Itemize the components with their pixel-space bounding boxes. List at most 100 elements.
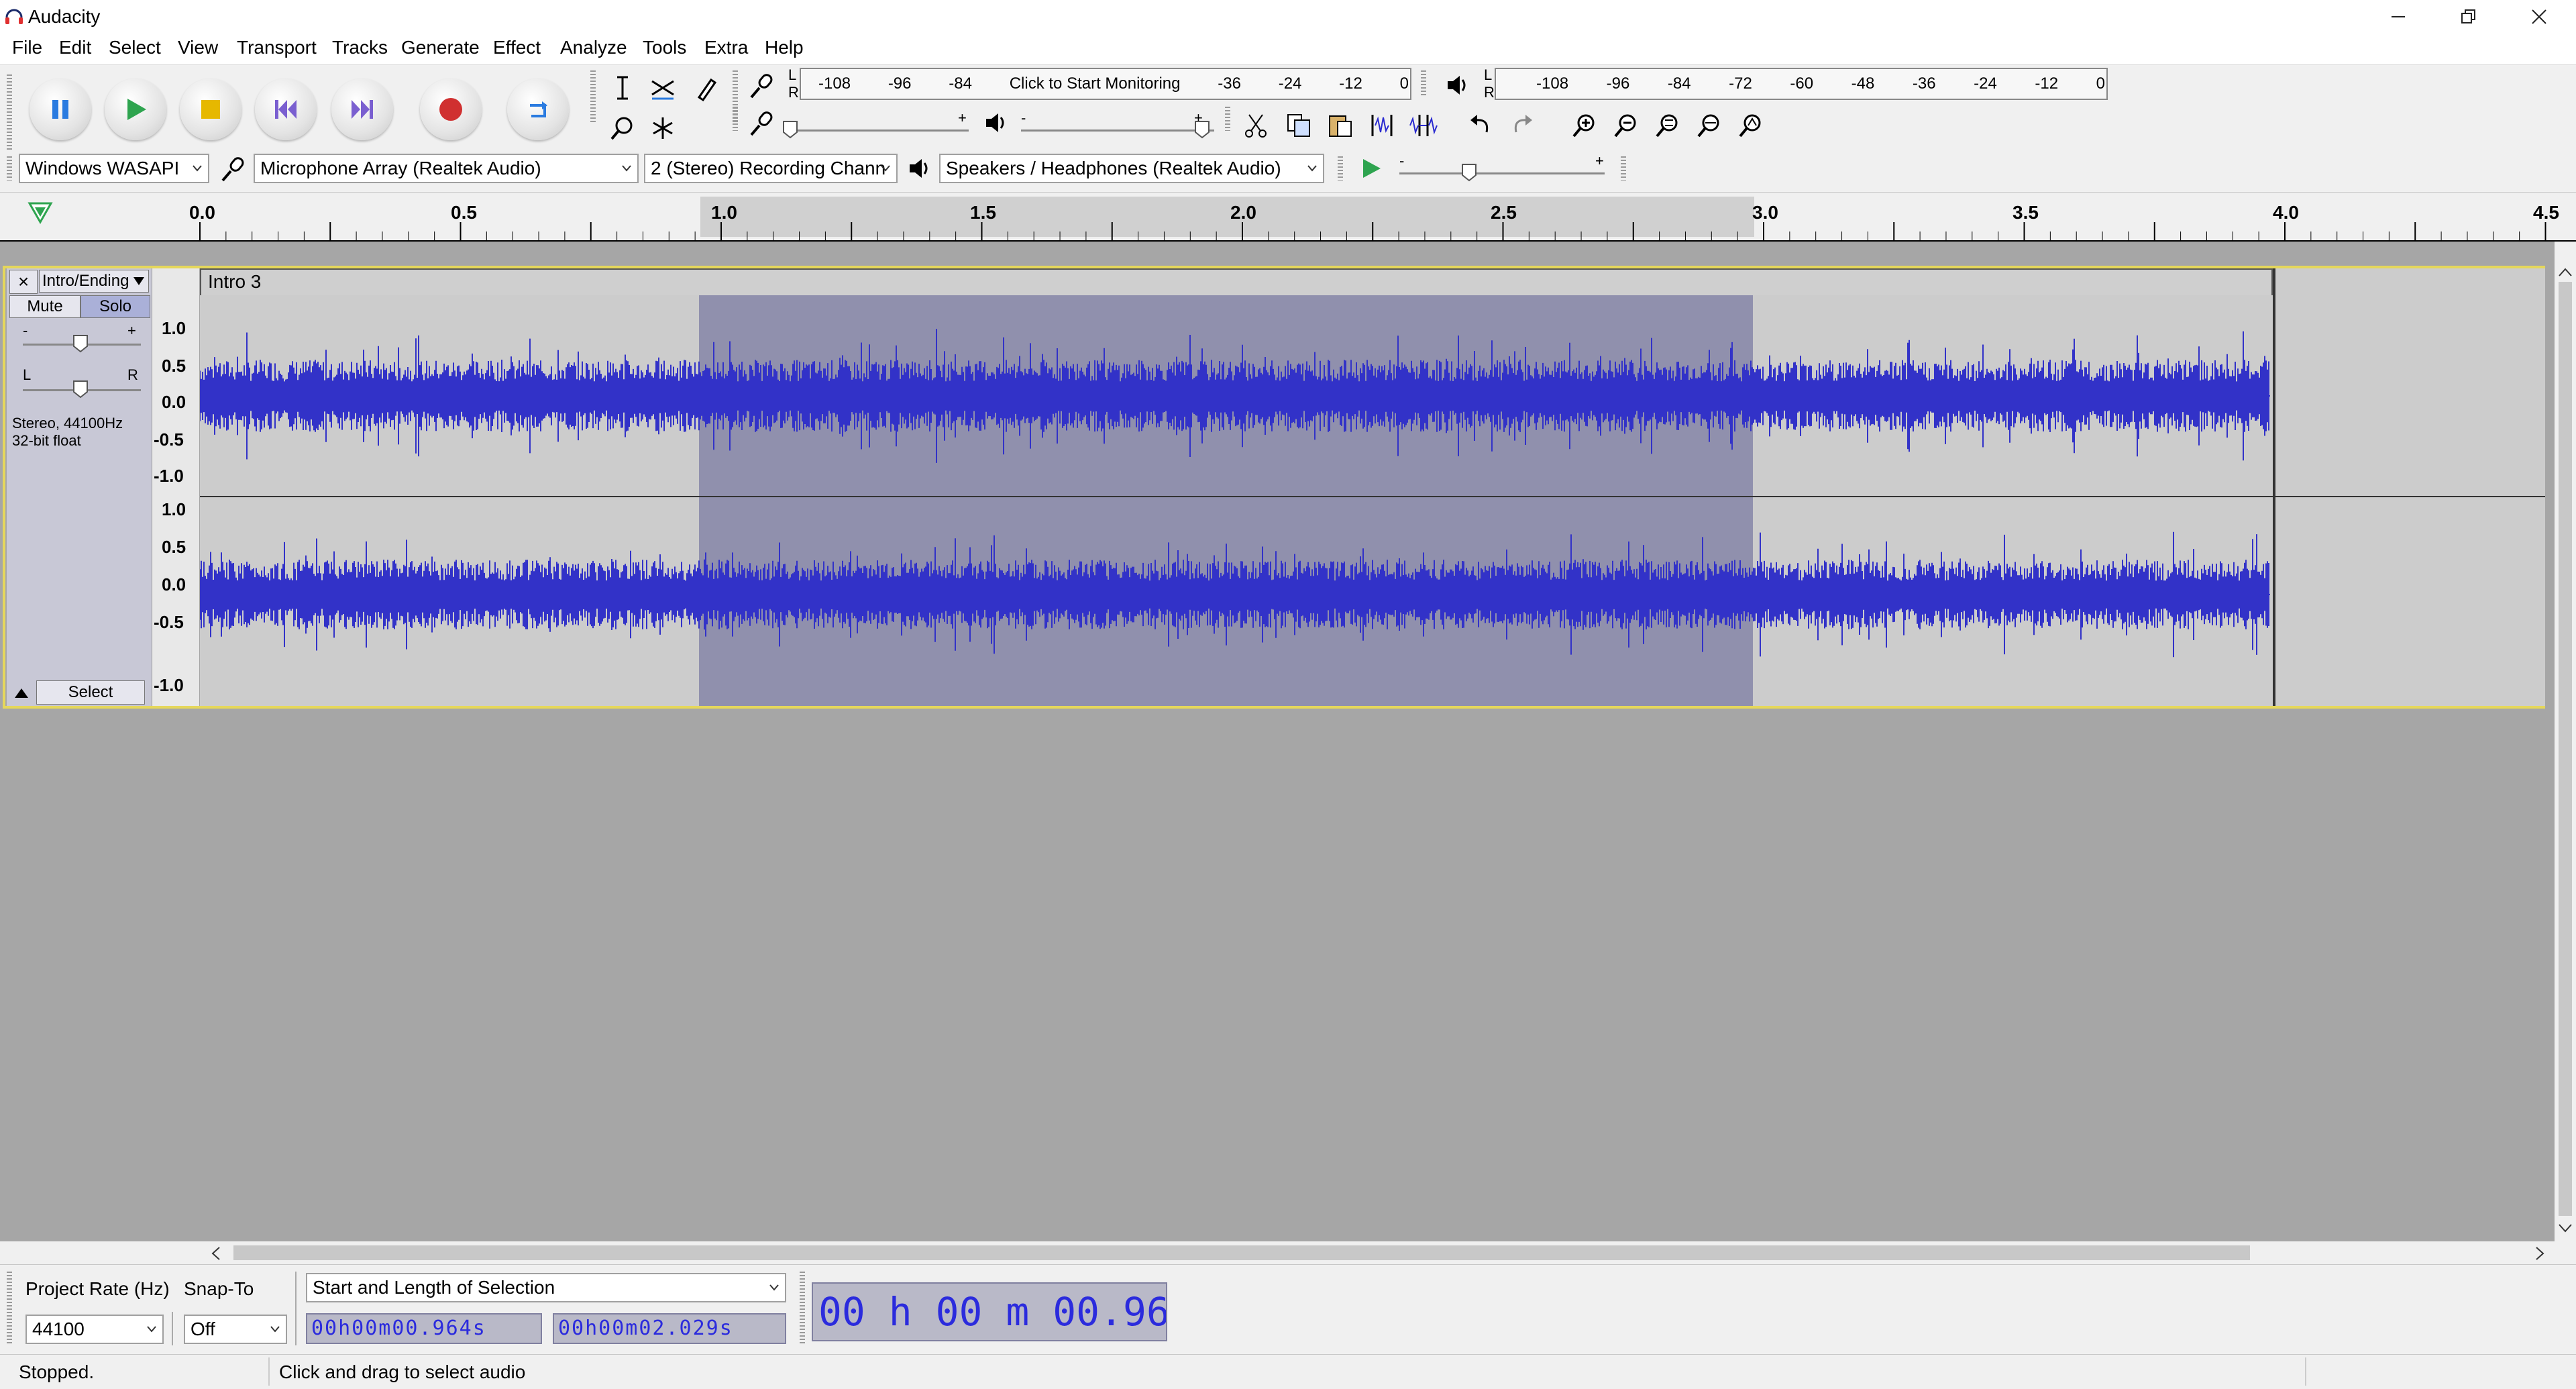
waveform-area[interactable] <box>200 295 2273 706</box>
scroll-down-icon[interactable] <box>2557 1221 2573 1235</box>
toolbar-grip[interactable] <box>1338 156 1343 181</box>
playback-meter-button[interactable] <box>1440 68 1474 103</box>
speaker-icon <box>986 113 1004 132</box>
playback-speed-slider[interactable] <box>1399 172 1605 174</box>
clip-title-bar[interactable]: Intro 3 <box>200 268 2273 295</box>
scroll-left-icon[interactable] <box>209 1245 223 1262</box>
playback-volume-slider[interactable] <box>1021 130 1214 132</box>
toolbar-grip[interactable] <box>7 1272 12 1345</box>
stop-button[interactable] <box>180 79 241 140</box>
selection-tool-button[interactable] <box>605 70 640 105</box>
amplitude-ruler[interactable]: 1.0 0.5 0.0 -0.5 -1.0 1.0 0.5 0.0 -0.5 -… <box>152 268 199 706</box>
selection-mode-select[interactable]: Start and Length of Selection <box>306 1273 786 1302</box>
recording-channels-select[interactable]: 2 (Stereo) Recording Chann <box>644 154 898 183</box>
scroll-up-icon[interactable] <box>2557 266 2573 279</box>
close-window-button[interactable] <box>2506 0 2573 34</box>
fit-project-button[interactable] <box>1692 108 1727 143</box>
track-menu-button[interactable]: Intro/Ending <box>39 270 149 293</box>
record-meter-button[interactable] <box>745 68 780 103</box>
multi-tool-button[interactable] <box>645 111 680 146</box>
toolbar-grip[interactable] <box>1621 156 1626 181</box>
timeline-tick-label: 2.0 <box>1230 202 1256 223</box>
trim-button[interactable] <box>1364 108 1399 143</box>
loop-button[interactable] <box>507 79 569 140</box>
zoom-toggle-button[interactable] <box>1733 108 1768 143</box>
slider-thumb-icon[interactable] <box>1461 163 1477 182</box>
menu-extra[interactable]: Extra <box>704 37 748 58</box>
menu-generate[interactable]: Generate <box>401 37 480 58</box>
horizontal-scrollbar[interactable] <box>200 1241 2555 1264</box>
play-at-speed-button[interactable] <box>1354 151 1389 186</box>
paste-button[interactable] <box>1323 108 1358 143</box>
slider-thumb-icon[interactable] <box>72 380 89 399</box>
audio-host-select[interactable]: Windows WASAPI <box>19 154 209 183</box>
project-rate-select[interactable]: 44100 <box>25 1315 164 1344</box>
track-control-panel[interactable]: × Intro/Ending Mute Solo - + L R Stereo,… <box>7 268 152 706</box>
menu-transport[interactable]: Transport <box>237 37 317 58</box>
track-close-button[interactable]: × <box>9 270 38 294</box>
record-button[interactable] <box>420 79 482 140</box>
cut-button[interactable] <box>1238 108 1273 143</box>
silence-button[interactable] <box>1406 108 1441 143</box>
toolbar-grip[interactable] <box>1225 107 1230 131</box>
track-select-button[interactable]: Select <box>36 680 145 705</box>
empty-track-region[interactable] <box>2275 268 2545 706</box>
solo-button[interactable]: Solo <box>80 295 150 318</box>
restore-button[interactable] <box>2435 0 2502 34</box>
redo-button[interactable] <box>1505 108 1540 143</box>
selection-length-time[interactable]: 00h00m02.029s <box>553 1313 786 1344</box>
skip-to-start-button[interactable] <box>255 79 317 140</box>
toolbar-grip[interactable] <box>733 107 738 131</box>
draw-tool-button[interactable] <box>688 70 723 105</box>
track-panel[interactable]: × Intro/Ending Mute Solo - + L R Stereo,… <box>0 242 2555 1241</box>
recording-volume-slider[interactable] <box>793 130 969 132</box>
menu-tracks[interactable]: Tracks <box>332 37 388 58</box>
slider-thumb-icon[interactable] <box>782 120 798 139</box>
playback-device-icon <box>902 151 936 186</box>
toolbar-grip[interactable] <box>800 1272 805 1345</box>
toolbar-grip[interactable] <box>1421 70 1426 97</box>
zoom-tool-button[interactable] <box>605 111 640 146</box>
scroll-right-icon[interactable] <box>2533 1245 2546 1262</box>
menu-select[interactable]: Select <box>109 37 161 58</box>
speed-minus: - <box>1399 152 1405 169</box>
horizontal-scroll-thumb[interactable] <box>233 1245 2250 1260</box>
menu-effect[interactable]: Effect <box>493 37 541 58</box>
slider-thumb-icon[interactable] <box>72 334 89 353</box>
undo-button[interactable] <box>1462 108 1497 143</box>
audio-position-display[interactable]: 00 h 00 m 00.964 s <box>812 1282 1167 1341</box>
recording-channels-value: 2 (Stereo) Recording Chann <box>651 158 886 178</box>
pause-button[interactable] <box>30 79 91 140</box>
zoom-out-button[interactable] <box>1609 108 1644 143</box>
menu-view[interactable]: View <box>178 37 218 58</box>
copy-button[interactable] <box>1281 108 1316 143</box>
play-button[interactable] <box>105 79 166 140</box>
vertical-scrollbar[interactable] <box>2555 242 2576 1241</box>
envelope-tool-button[interactable] <box>645 70 680 105</box>
recording-device-select[interactable]: Microphone Array (Realtek Audio) <box>254 154 639 183</box>
menu-edit[interactable]: Edit <box>59 37 91 58</box>
menu-analyze[interactable]: Analyze <box>560 37 627 58</box>
mute-button[interactable]: Mute <box>9 295 80 318</box>
toolbar-grip[interactable] <box>590 70 596 124</box>
minimize-button[interactable] <box>2365 0 2432 34</box>
timeline-ruler[interactable]: 0.0 0.5 1.0 1.5 2.0 2.5 3.0 3.5 4.0 4.5 <box>0 192 2576 242</box>
toolbar-grip[interactable] <box>7 74 12 150</box>
collapse-track-icon[interactable] <box>12 684 31 701</box>
click-to-start-monitoring[interactable]: Click to Start Monitoring <box>1010 74 1181 93</box>
fit-selection-button[interactable] <box>1650 108 1685 143</box>
menu-file[interactable]: File <box>12 37 42 58</box>
selection-start-time[interactable]: 00h00m00.964s <box>306 1313 542 1344</box>
playback-device-select[interactable]: Speakers / Headphones (Realtek Audio) <box>939 154 1324 183</box>
toolbar-grip[interactable] <box>7 156 12 181</box>
play-scale-label: -24 <box>1974 74 1997 93</box>
slider-thumb-icon[interactable] <box>1194 120 1210 139</box>
skip-to-end-icon <box>352 100 373 119</box>
menu-tools[interactable]: Tools <box>643 37 686 58</box>
vertical-scroll-thumb[interactable] <box>2559 282 2572 1216</box>
zoom-in-button[interactable] <box>1567 108 1602 143</box>
skip-to-end-button[interactable] <box>331 79 393 140</box>
menu-help[interactable]: Help <box>765 37 804 58</box>
snap-to-select[interactable]: Off <box>184 1315 287 1344</box>
timeline-tick-label: 3.0 <box>1752 202 1778 223</box>
